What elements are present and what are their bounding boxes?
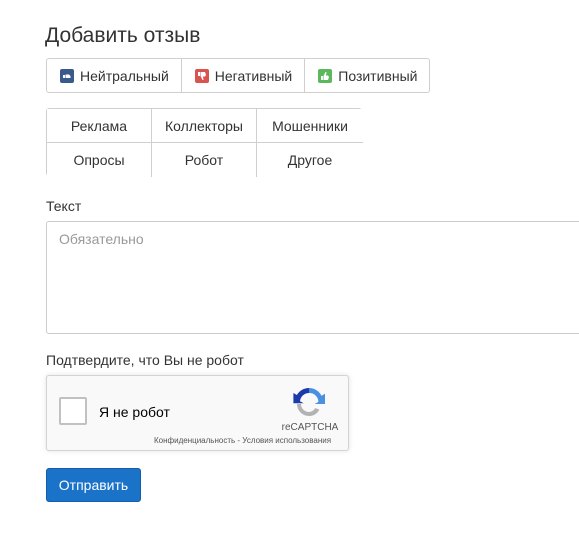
neutral-button[interactable]: Нейтральный bbox=[47, 59, 182, 92]
review-text-input[interactable] bbox=[46, 221, 579, 334]
privacy-link[interactable]: Конфиденциальность bbox=[154, 436, 235, 445]
neutral-icon bbox=[60, 68, 74, 83]
recaptcha-checkbox[interactable] bbox=[59, 397, 87, 425]
category-robot[interactable]: Робот bbox=[152, 143, 257, 177]
thumbs-down-icon bbox=[194, 68, 209, 83]
category-collectors[interactable]: Коллекторы bbox=[152, 109, 257, 143]
terms-link[interactable]: Условия использования bbox=[242, 436, 331, 445]
category-ads[interactable]: Реклама bbox=[47, 109, 152, 143]
positive-button[interactable]: Позитивный bbox=[305, 59, 430, 92]
thumbs-up-icon bbox=[318, 68, 333, 83]
recaptcha-links: Конфиденциальность - Условия использован… bbox=[154, 436, 331, 445]
neutral-button-label: Нейтральный bbox=[80, 67, 169, 84]
text-label: Текст bbox=[46, 198, 82, 214]
captcha-label: Подтвердите, что Вы не робот bbox=[46, 352, 244, 368]
negative-button-label: Негативный bbox=[214, 67, 293, 84]
category-grid: Реклама Коллекторы Мошенники Опросы Робо… bbox=[46, 108, 363, 177]
submit-button[interactable]: Отправить bbox=[46, 468, 141, 502]
category-fraud[interactable]: Мошенники bbox=[257, 109, 363, 143]
category-other[interactable]: Другое bbox=[257, 143, 363, 177]
sentiment-button-group: Нейтральный Негативный Позитивный bbox=[46, 58, 431, 93]
recaptcha-logo-icon bbox=[293, 388, 325, 416]
recaptcha-widget: Я не робот reCAPTCHA Конфиденциальность … bbox=[46, 375, 349, 451]
category-surveys[interactable]: Опросы bbox=[47, 143, 152, 177]
negative-button[interactable]: Негативный bbox=[181, 59, 306, 92]
page-title: Добавить отзыв bbox=[45, 24, 201, 47]
recaptcha-brand: reCAPTCHA bbox=[281, 422, 339, 433]
positive-button-label: Позитивный bbox=[338, 67, 418, 84]
recaptcha-checkbox-label: Я не робот bbox=[99, 404, 170, 420]
